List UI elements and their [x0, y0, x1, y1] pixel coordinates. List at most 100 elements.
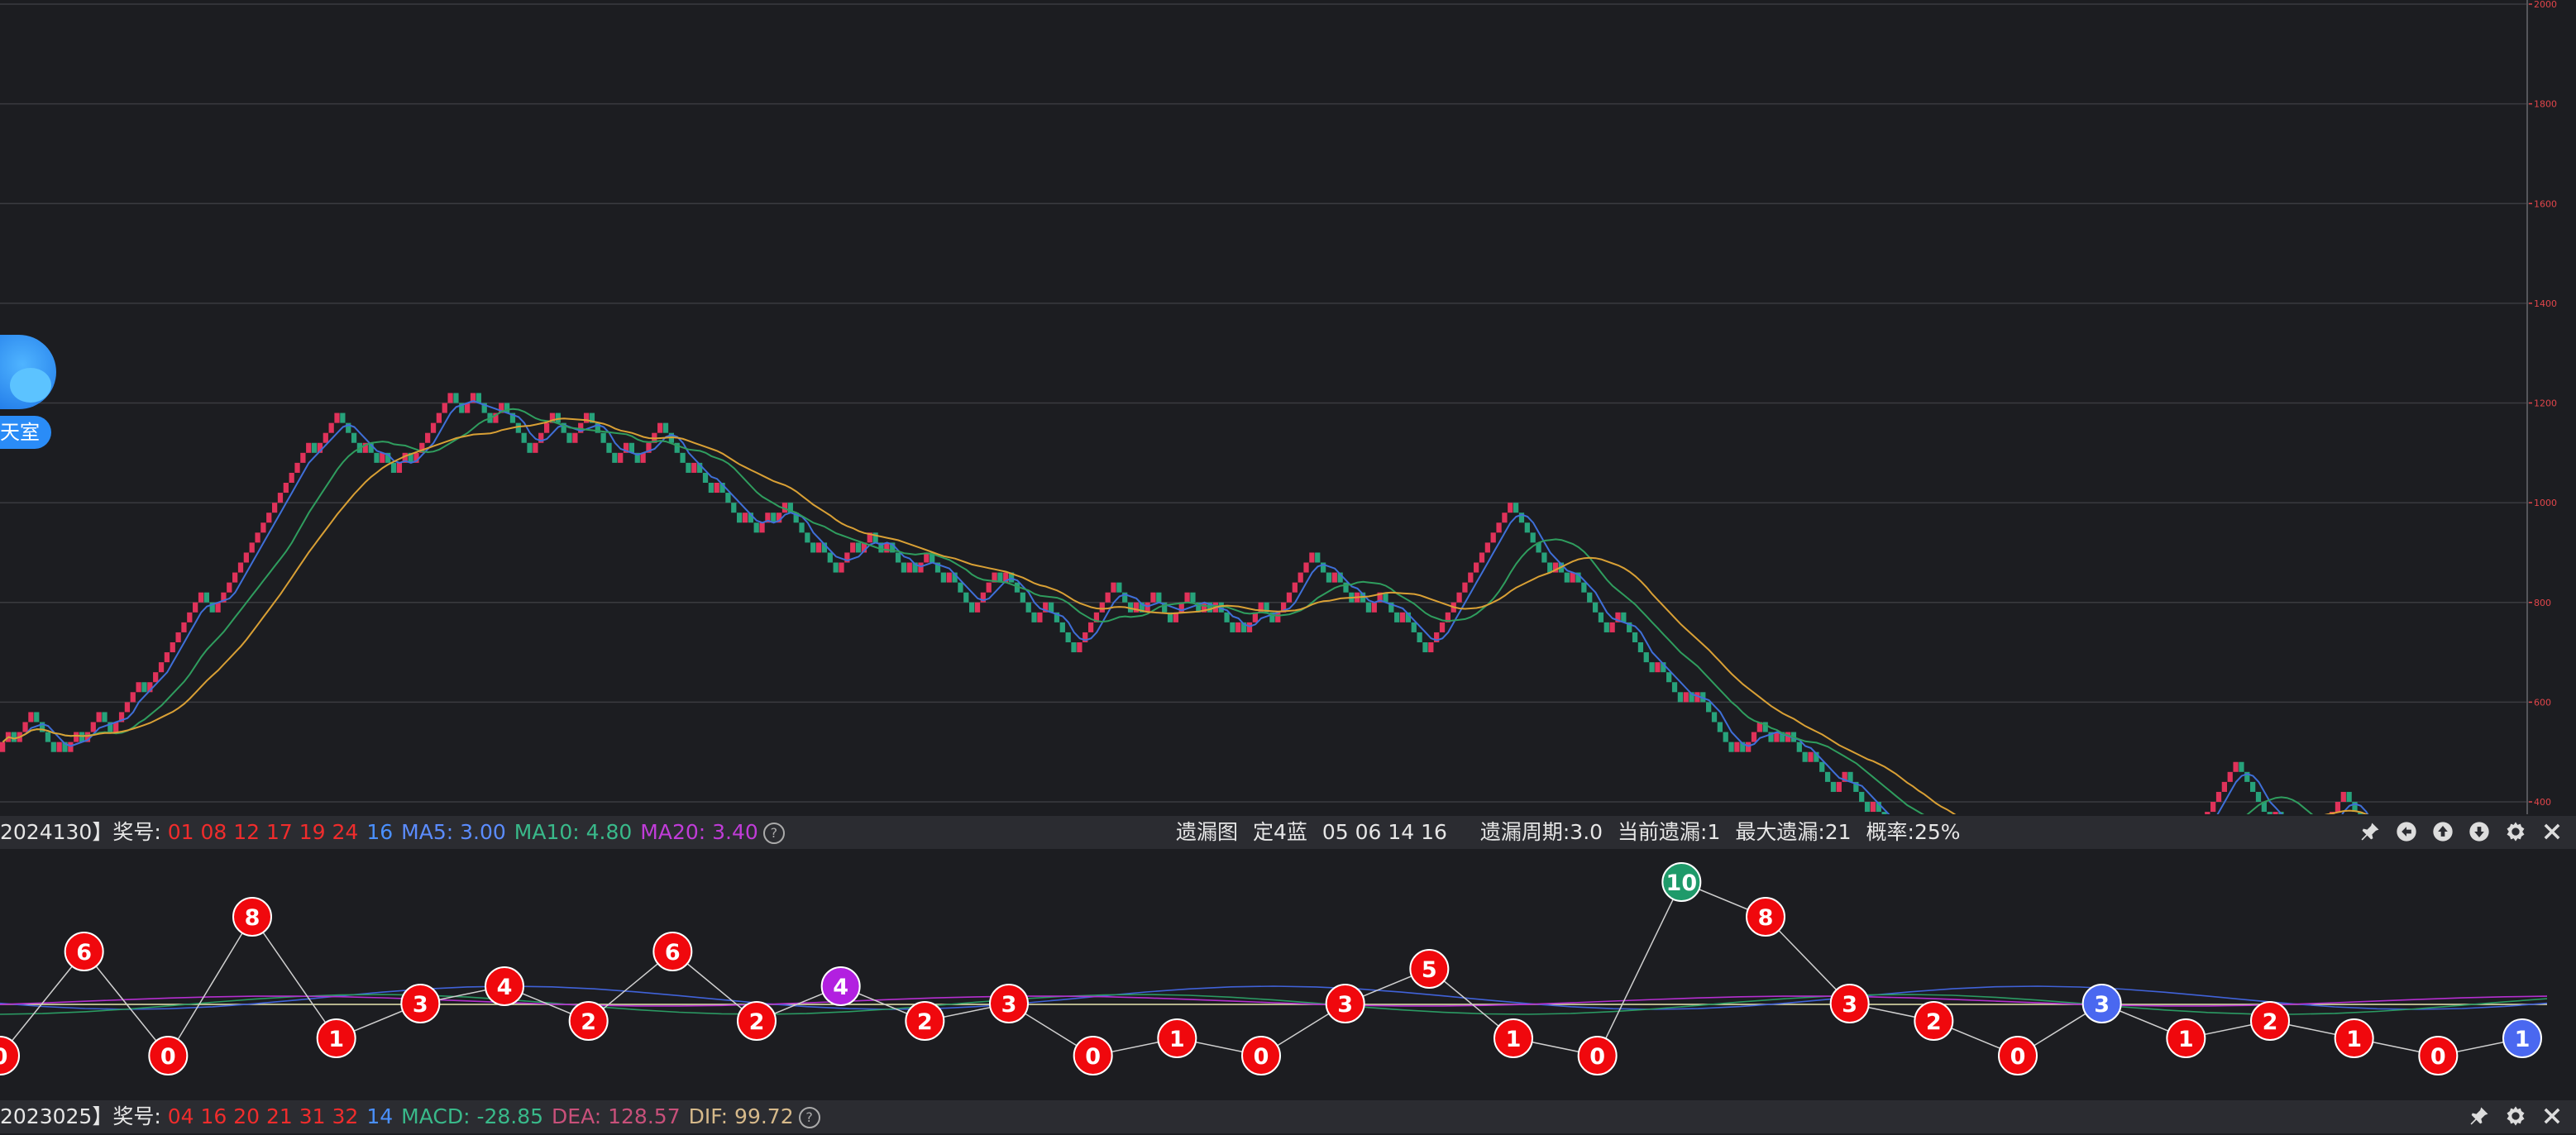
- brick-up: [193, 602, 198, 613]
- brick-up: [1683, 692, 1689, 703]
- brick-down: [1632, 632, 1638, 642]
- brick-up: [158, 662, 165, 673]
- omit-point: 3: [989, 984, 1029, 1023]
- brick-up: [1456, 592, 1462, 603]
- chat-room-label[interactable]: 天室: [0, 416, 51, 449]
- close-icon[interactable]: [2540, 820, 2564, 845]
- ma10-value: MA10: 4.80: [514, 820, 633, 844]
- dea-value: DEA: 128.57: [552, 1104, 681, 1128]
- omit-point-label: 0: [2430, 1044, 2446, 1070]
- brick-up: [96, 712, 102, 722]
- omit-summary: 遗漏图 定4蓝 05 06 14 16 遗漏周期:3.0 当前遗漏:1 最大遗漏…: [1176, 816, 1961, 849]
- y-tick-label: 600: [2534, 697, 2551, 708]
- omit-point: 3: [2081, 984, 2122, 1023]
- up-icon[interactable]: [2430, 820, 2455, 845]
- brick-down: [1802, 751, 1808, 762]
- omit-point: 2: [737, 1001, 777, 1041]
- omit-point-label: 3: [1842, 992, 1857, 1018]
- omit-point: 0: [1073, 1036, 1113, 1075]
- down-icon[interactable]: [2467, 820, 2492, 845]
- omit-line: [0, 881, 2523, 1057]
- brick-down: [895, 552, 901, 563]
- brick-up: [175, 632, 181, 642]
- brick-up: [946, 572, 952, 583]
- brick-up: [266, 513, 272, 523]
- brick-down: [827, 552, 833, 563]
- macd-info-bar: 2023025】奖号: 04 16 20 21 31 32 14 MACD: -28…: [0, 1100, 2576, 1133]
- omit-point-label: 1: [2515, 1027, 2531, 1052]
- brick-down: [1581, 582, 1587, 593]
- omit-point: 0: [1241, 1036, 1281, 1075]
- brick-up: [124, 702, 131, 713]
- chat-room-widget[interactable]: 天室: [0, 335, 58, 451]
- brick-down: [1031, 612, 1037, 622]
- brick-up: [306, 442, 312, 453]
- brick-down: [1343, 582, 1349, 593]
- brick-up: [839, 562, 844, 573]
- brick-up: [283, 483, 289, 494]
- brick-down: [141, 682, 147, 693]
- brick-up: [1462, 582, 1468, 593]
- brick-down: [1859, 791, 1865, 802]
- brick-up: [657, 422, 663, 433]
- brick-down: [1603, 622, 1609, 632]
- brick-up: [289, 472, 294, 483]
- dif-value: DIF: 99.72: [688, 1104, 794, 1128]
- omit-point: 10: [1661, 862, 1702, 902]
- brick-up: [0, 742, 6, 752]
- brick-up: [2233, 761, 2239, 772]
- omit-point-label: 0: [1254, 1044, 1269, 1070]
- settings-icon-2[interactable]: [2503, 1104, 2528, 1129]
- brick-up: [1746, 742, 1752, 752]
- brick-up: [56, 742, 62, 752]
- draw-info-2: 2023025】奖号: 04 16 20 21 31 32 14 MACD: -28…: [0, 1100, 820, 1133]
- brick-up: [436, 413, 442, 423]
- brick-up: [396, 462, 403, 473]
- mode-label: 定4蓝: [1252, 820, 1307, 844]
- omit-point: 1: [1157, 1018, 1197, 1058]
- pin-icon[interactable]: [2358, 820, 2382, 845]
- close-icon-2[interactable]: [2540, 1104, 2564, 1129]
- brick-down: [1796, 742, 1802, 752]
- pin-icon-2[interactable]: [2467, 1104, 2492, 1129]
- brick-down: [1564, 572, 1570, 583]
- brick-down: [1025, 602, 1031, 613]
- brick-down: [1824, 771, 1831, 782]
- brick-up: [2340, 791, 2346, 802]
- omit-line-chart: 06081342624230103510108320312101: [0, 862, 2548, 1075]
- brick-down: [311, 442, 318, 453]
- brick-up: [187, 612, 193, 622]
- brick-down: [805, 532, 810, 543]
- brick-down: [390, 462, 397, 473]
- brick-up: [1399, 612, 1406, 622]
- omit-point-label: 2: [581, 1009, 596, 1035]
- brick-up: [1808, 751, 1814, 762]
- undo-icon[interactable]: [2394, 820, 2419, 845]
- brick-up: [1303, 562, 1309, 573]
- omit-point-label: 0: [1589, 1044, 1605, 1070]
- brick-down: [969, 602, 975, 613]
- omit-point: 0: [148, 1036, 189, 1075]
- brick-up: [425, 432, 431, 443]
- omit-point-label: 3: [1001, 992, 1017, 1018]
- omit-point-label: 6: [76, 940, 92, 966]
- macd-value: MACD: -28.85: [401, 1104, 544, 1128]
- brick-down: [1677, 692, 1684, 703]
- brick-up: [1371, 602, 1377, 613]
- brick-up: [68, 742, 74, 752]
- help-icon[interactable]: ?: [762, 823, 785, 844]
- omit-point: 6: [64, 932, 104, 971]
- brick-up: [2205, 812, 2210, 814]
- brick-up: [334, 413, 340, 423]
- brick-up: [918, 562, 924, 573]
- brick-down: [1190, 592, 1196, 603]
- brick-down: [1649, 662, 1655, 673]
- brick-up: [1087, 622, 1094, 632]
- ma5-value: MA5: 3.00: [401, 820, 506, 844]
- brick-down: [2255, 791, 2262, 802]
- omit-point: 2: [1914, 1001, 1954, 1041]
- settings-icon[interactable]: [2503, 820, 2528, 845]
- brick-down: [1598, 612, 1604, 622]
- brick-up: [2335, 802, 2341, 813]
- help-icon-2[interactable]: ?: [798, 1107, 820, 1128]
